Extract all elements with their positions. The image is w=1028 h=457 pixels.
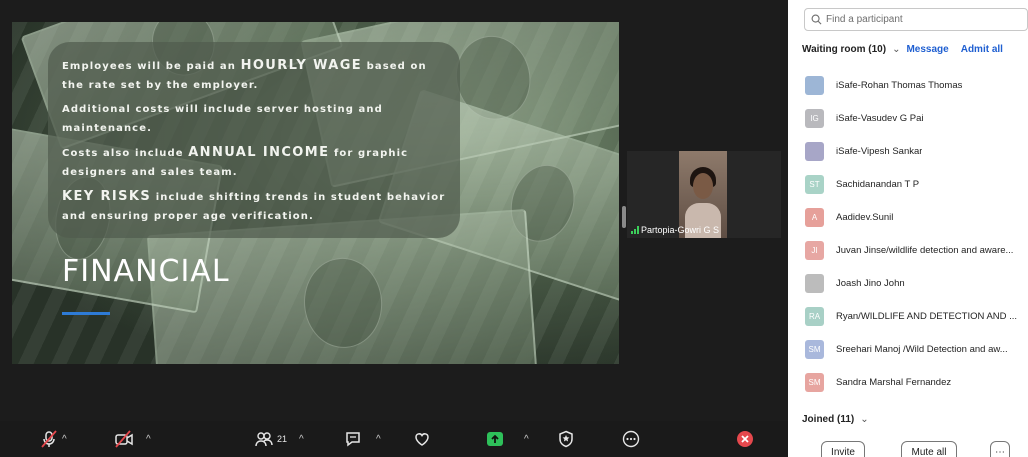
chevron-up-icon[interactable]: ^: [146, 434, 151, 445]
chevron-up-icon[interactable]: ^: [299, 434, 304, 445]
search-icon: [811, 14, 822, 25]
waiting-room-label[interactable]: Waiting room (10): [802, 44, 886, 55]
participant-name: Partopia-Gowri G S: [641, 225, 720, 235]
end-button[interactable]: [736, 427, 754, 451]
participant-name: iSafe-Rohan Thomas Thomas: [836, 79, 963, 91]
participant-name: Sreehari Manoj /Wild Detection and aw...: [836, 343, 1008, 355]
avatar: [805, 75, 824, 95]
avatar: SM: [805, 372, 824, 392]
slide-point: Employees will be paid an HOURLY WAGE ba…: [62, 58, 427, 91]
waiting-room-header: Waiting room (10) ⌄ Message Admit all: [802, 44, 1003, 55]
participant-name: Sachidanandan T P: [836, 178, 920, 190]
share-screen-button[interactable]: ^: [486, 427, 529, 451]
chat-icon: [346, 432, 360, 447]
waiting-participant-row[interactable]: iSafe-Vipesh Sankar: [805, 141, 1027, 161]
chevron-down-icon[interactable]: ⌄: [860, 414, 868, 425]
waiting-participant-row[interactable]: RA Ryan/WILDLIFE AND DETECTION AND ...: [805, 306, 1027, 326]
video-off-icon: [115, 430, 133, 448]
slide-point: KEY RISKS include shifting trends in stu…: [62, 189, 446, 222]
zoom-window: Employees will be paid an HOURLY WAGE ba…: [0, 0, 1028, 457]
avatar: [805, 141, 824, 161]
person-face: [693, 173, 713, 199]
chevron-up-icon[interactable]: ^: [62, 434, 67, 445]
participant-name: Sandra Marshal Fernandez: [836, 376, 952, 388]
resize-handle[interactable]: [622, 206, 626, 228]
participant-name: Juvan Jinse/wildlife detection and aware…: [836, 244, 1014, 256]
mic-muted-icon: [41, 430, 57, 448]
waiting-participant-row[interactable]: JI Juvan Jinse/wildlife detection and awa…: [805, 240, 1027, 260]
waiting-participant-row[interactable]: A Aadidev.Sunil: [805, 207, 1027, 227]
reactions-button[interactable]: [413, 427, 431, 451]
more-icon: [622, 430, 640, 448]
reactions-icon: [415, 433, 429, 446]
participant-name: iSafe-Vasudev G Pai: [836, 112, 924, 124]
avatar: SM: [805, 339, 824, 359]
avatar: JI: [805, 240, 824, 260]
chevron-up-icon[interactable]: ^: [376, 434, 381, 445]
shared-slide: Employees will be paid an HOURLY WAGE ba…: [12, 22, 619, 364]
joined-header[interactable]: Joined (11) ⌄: [802, 414, 869, 425]
participant-video[interactable]: Partopia-Gowri G S: [627, 151, 781, 238]
participant-name: Aadidev.Sunil: [836, 211, 894, 223]
chevron-up-icon[interactable]: ^: [524, 434, 529, 445]
signal-icon: [631, 226, 639, 234]
meeting-area: Employees will be paid an HOURLY WAGE ba…: [0, 0, 788, 457]
message-link[interactable]: Message: [906, 44, 948, 55]
security-button[interactable]: [557, 427, 575, 451]
waiting-participant-row[interactable]: iSafe-Rohan Thomas Thomas: [805, 75, 1027, 95]
avatar: RA: [805, 306, 824, 326]
video-name-label: Partopia-Gowri G S: [631, 225, 719, 235]
participant-search[interactable]: [804, 8, 1028, 31]
slide-title: FINANCIAL: [62, 254, 230, 289]
chevron-down-icon[interactable]: ⌄: [892, 44, 900, 55]
title-underline: [62, 312, 110, 315]
participants-button[interactable]: 21 ^: [255, 427, 304, 451]
slide-text-box: Employees will be paid an HOURLY WAGE ba…: [48, 42, 460, 238]
participant-name: Joash Jino John: [836, 277, 905, 289]
avatar: A: [805, 207, 824, 227]
mute-button[interactable]: ^: [40, 427, 67, 451]
meeting-toolbar: ^ ^ 21 ^ ^ ^: [0, 421, 788, 457]
video-button[interactable]: ^: [114, 427, 151, 451]
chat-button[interactable]: ^: [344, 427, 381, 451]
participant-count: 21: [277, 434, 288, 444]
mute-all-button[interactable]: Mute all: [901, 441, 957, 457]
waiting-participant-row[interactable]: SM Sandra Marshal Fernandez: [805, 372, 1027, 392]
end-icon: [737, 431, 753, 447]
invite-button[interactable]: Invite: [821, 441, 865, 457]
waiting-participant-row[interactable]: ST Sachidanandan T P: [805, 174, 1027, 194]
participant-name: Ryan/WILDLIFE AND DETECTION AND ...: [836, 310, 1018, 322]
participants-icon: [255, 432, 273, 447]
waiting-participant-row[interactable]: IG iSafe-Vasudev G Pai: [805, 108, 1027, 128]
avatar: IG: [805, 108, 824, 128]
waiting-participant-row[interactable]: SM Sreehari Manoj /Wild Detection and aw.…: [805, 339, 1027, 359]
search-input[interactable]: [826, 14, 1016, 25]
participant-name: iSafe-Vipesh Sankar: [836, 145, 923, 157]
more-options-button[interactable]: ⋯: [990, 441, 1010, 457]
share-screen-icon: [487, 432, 503, 446]
avatar: [805, 273, 824, 293]
slide-point: Costs also include ANNUAL INCOME for gra…: [62, 145, 409, 178]
more-button[interactable]: [622, 427, 640, 451]
joined-label: Joined (11): [802, 414, 855, 425]
waiting-participant-row[interactable]: Joash Jino John: [805, 273, 1027, 293]
slide-point: Additional costs will include server hos…: [62, 104, 383, 134]
avatar: ST: [805, 174, 824, 194]
admit-all-link[interactable]: Admit all: [961, 44, 1003, 55]
security-icon: [559, 430, 573, 448]
